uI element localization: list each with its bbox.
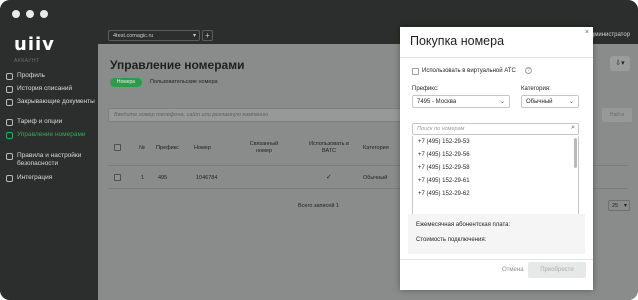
check-icon: ✓ (326, 174, 332, 181)
user-menu[interactable]: администратор (587, 32, 630, 38)
export-button[interactable]: ⇩▾ (610, 56, 630, 71)
buy-button[interactable]: Приобрести (528, 262, 586, 278)
tab-custom-numbers[interactable]: Пользовательские номера (150, 79, 218, 85)
document-icon (6, 99, 13, 106)
sidebar-item-label: Правила и настройки безопасности (17, 152, 82, 167)
category-select[interactable]: Обычный ⌄ (521, 95, 579, 108)
chevron-down-icon: ⌄ (568, 99, 574, 105)
category-value: Обычный (526, 99, 553, 105)
window-dot-icon[interactable] (12, 10, 20, 18)
list-item[interactable]: +7 (495) 152-29-58 (413, 162, 578, 175)
tab-numbers[interactable]: Номера (110, 78, 142, 87)
cell-category: Обычный (363, 175, 388, 181)
list-item[interactable]: +7 (495) 152-29-56 (413, 149, 578, 162)
sidebar-item-numbers[interactable]: Управление номерами (6, 131, 96, 139)
divider (400, 259, 593, 260)
cancel-button[interactable]: Отмена (502, 267, 524, 273)
sidebar-item-label: Тариф и опции (17, 118, 63, 125)
logo: uiiv (14, 34, 55, 55)
prefix-select[interactable]: 7495 - Москва ⌄ (412, 95, 510, 108)
shield-icon (6, 153, 13, 160)
sidebar-item-label: Управление номерами (17, 131, 86, 138)
page-title: Управление номерами (110, 58, 245, 72)
chevron-down-icon: ▾ (192, 33, 196, 39)
sidebar-item-integration[interactable]: Интеграция (6, 174, 96, 182)
tariff-icon (6, 119, 13, 126)
column-header: № (139, 145, 145, 151)
phone-icon (6, 132, 13, 139)
use-vats-checkbox[interactable] (412, 68, 419, 75)
window-titlebar (0, 0, 638, 28)
column-header: Использовать в ВАТС (309, 141, 349, 154)
total-count: Всего записей 1 (298, 203, 340, 209)
price-info: Ежемесячная абонентская плата: Стоимость… (408, 214, 585, 254)
page-size-value: 25 (612, 203, 619, 209)
use-vats-label: Использовать в виртуальной АТС (422, 68, 516, 74)
list-item[interactable]: +7 (495) 152-29-61 (413, 175, 578, 188)
column-header: Категория (363, 145, 389, 151)
domain-value: 4test.comagic.ru (113, 33, 154, 39)
cost-label: Стоимость подключения: (416, 237, 487, 243)
scrollbar[interactable] (574, 138, 577, 168)
search-icon[interactable]: ⌕ (571, 124, 575, 132)
sidebar-item-history[interactable]: История списаний (6, 85, 96, 93)
domain-select[interactable]: 4test.comagic.ru ▾ (108, 30, 200, 41)
sidebar-item-label: Интеграция (17, 174, 53, 181)
page-size-select[interactable]: 25 ▾ (608, 200, 630, 211)
search-input[interactable]: Введите номер телефона, сайт или рекламн… (108, 108, 404, 122)
list-item[interactable]: +7 (495) 152-29-53 (413, 136, 578, 149)
prefix-label: Префикс: (412, 86, 439, 92)
sidebar-item-label: Профиль (17, 72, 46, 79)
download-icon: ⇩▾ (615, 60, 625, 67)
chevron-down-icon: ▾ (623, 203, 627, 209)
cell-number: 1046784 (196, 175, 218, 181)
column-header: Связанный номер (249, 141, 279, 154)
sidebar-item-documents[interactable]: Закрывающие документы (6, 98, 96, 106)
chevron-down-icon: ⌄ (499, 99, 505, 105)
history-icon (6, 86, 13, 93)
sidebar-item-security[interactable]: Правила и настройки безопасности (6, 152, 96, 168)
search-button[interactable]: Найти (602, 108, 632, 122)
column-header: Префикс (156, 145, 179, 151)
prefix-value: 7495 - Москва (417, 99, 457, 105)
search-placeholder: Поиск по номерам (417, 126, 465, 132)
row-checkbox[interactable] (114, 174, 121, 181)
window-dot-icon[interactable] (26, 10, 34, 18)
category-label: Категория: (521, 86, 551, 92)
sidebar-section-label: АККАУНТ (14, 58, 40, 64)
sidebar-item-profile[interactable]: Профиль (6, 72, 96, 80)
window-dot-icon[interactable] (40, 10, 48, 18)
integration-icon (6, 175, 13, 182)
sidebar-item-label: История списаний (17, 85, 73, 92)
fee-label: Ежемесячная абонентская плата: (416, 222, 511, 228)
user-icon (6, 73, 13, 80)
sidebar: uiiv АККАУНТ Профиль История списаний За… (0, 28, 98, 300)
help-icon[interactable]: ? (525, 67, 532, 74)
column-header: Номер (194, 145, 211, 151)
app-window: uiiv АККАУНТ Профиль История списаний За… (0, 0, 638, 300)
divider (400, 57, 593, 58)
buy-number-dialog: Покупка номера × Использовать в виртуаль… (400, 27, 593, 290)
cell-index: 1 (141, 175, 145, 181)
number-search-input[interactable]: Поиск по номерам ⌕ (412, 123, 579, 135)
cell-prefix: 495 (158, 175, 168, 181)
dialog-title: Покупка номера (410, 34, 505, 48)
sidebar-item-tariff[interactable]: Тариф и опции (6, 118, 96, 126)
close-icon[interactable]: × (585, 29, 589, 36)
add-domain-button[interactable]: + (202, 30, 213, 41)
select-all-checkbox[interactable] (114, 144, 121, 151)
list-item[interactable]: +7 (495) 152-29-62 (413, 188, 578, 201)
sidebar-item-label: Закрывающие документы (17, 98, 95, 105)
